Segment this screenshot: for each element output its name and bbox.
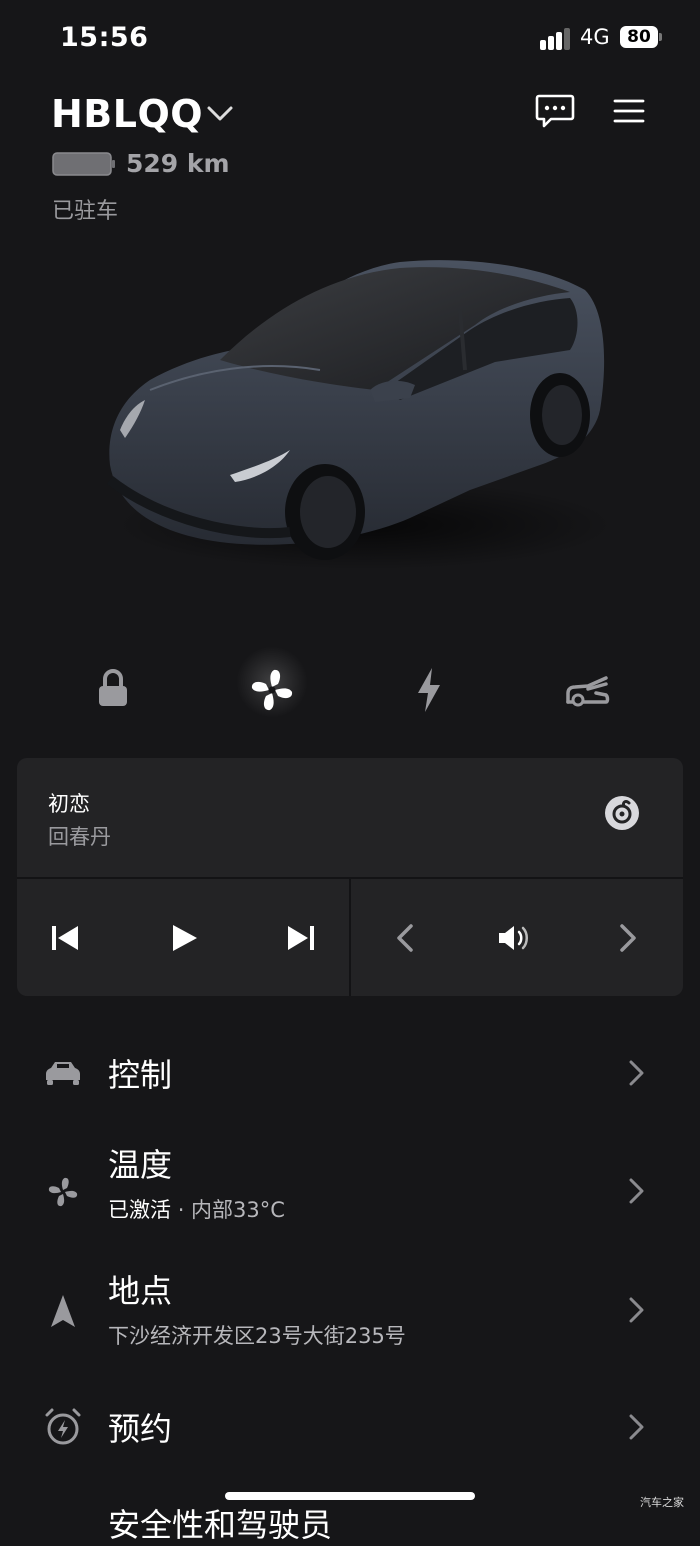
menu-title-location: 地点 [108, 1272, 173, 1310]
watermark: 汽车之家 [640, 1496, 684, 1509]
previous-track-icon[interactable] [45, 918, 85, 958]
trunk-button[interactable] [558, 660, 618, 720]
volume-up-icon[interactable] [608, 918, 648, 958]
home-indicator[interactable] [225, 1492, 475, 1500]
menu-item-controls[interactable]: 控制 [0, 1018, 700, 1128]
volume-down-icon[interactable] [385, 918, 425, 958]
bolt-icon [418, 668, 440, 712]
climate-status: 已激活 · 内部33°C [108, 1194, 285, 1224]
menu-title-partial[interactable]: 安全性和驾驶员 [108, 1500, 332, 1546]
vehicle-name[interactable]: HBLQQ [51, 92, 203, 136]
charge-button[interactable] [399, 660, 459, 720]
play-icon[interactable] [163, 918, 203, 958]
menu-title-climate: 温度 [108, 1146, 173, 1184]
lock-button[interactable] [83, 660, 143, 720]
vehicle-range: 529 km [126, 149, 230, 178]
menu-title-schedule: 预约 [108, 1410, 173, 1448]
song-artist: 回春丹 [48, 825, 111, 849]
message-icon[interactable] [535, 93, 575, 129]
car-icon [46, 1062, 80, 1085]
chevron-right-icon [629, 1297, 644, 1323]
battery-level: 80 [627, 27, 651, 47]
next-track-icon[interactable] [281, 918, 321, 958]
phone-battery: 80 [620, 26, 662, 50]
location-address: 下沙经济开发区23号大街235号 [108, 1324, 406, 1348]
netease-music-icon[interactable] [604, 795, 640, 831]
chevron-right-icon [629, 1178, 644, 1204]
status-time: 15:56 [60, 22, 149, 53]
signal-icon [540, 28, 570, 50]
trunk-icon [566, 676, 610, 707]
network-type: 4G [580, 25, 610, 49]
fan-icon [251, 669, 293, 711]
navigation-arrow-icon [51, 1295, 75, 1327]
climate-inside-temp: · 内部33°C [177, 1198, 285, 1222]
menu-title-controls: 控制 [108, 1056, 173, 1094]
chevron-right-icon [629, 1414, 644, 1440]
climate-button[interactable] [242, 660, 302, 720]
climate-active: 已激活 [108, 1198, 171, 1222]
menu-item-location[interactable]: 地点 下沙经济开发区23号大街235号 [0, 1250, 700, 1360]
car-battery-icon [52, 152, 115, 176]
media-player: 初恋 回春丹 [17, 758, 683, 996]
chevron-down-icon[interactable] [205, 102, 235, 126]
vehicle-state: 已驻车 [52, 199, 119, 224]
menu-item-climate[interactable]: 温度 已激活 · 内部33°C [0, 1132, 700, 1242]
fan-icon [48, 1177, 78, 1207]
chevron-right-icon [629, 1060, 644, 1086]
menu-icon[interactable] [612, 97, 646, 125]
car-image [106, 260, 610, 570]
alarm-clock-icon [45, 1408, 81, 1445]
menu-item-schedule[interactable]: 预约 [0, 1368, 700, 1478]
lock-icon [99, 669, 127, 706]
song-title: 初恋 [48, 792, 90, 816]
now-playing[interactable]: 初恋 回春丹 [17, 758, 683, 877]
volume-icon[interactable] [495, 918, 535, 958]
